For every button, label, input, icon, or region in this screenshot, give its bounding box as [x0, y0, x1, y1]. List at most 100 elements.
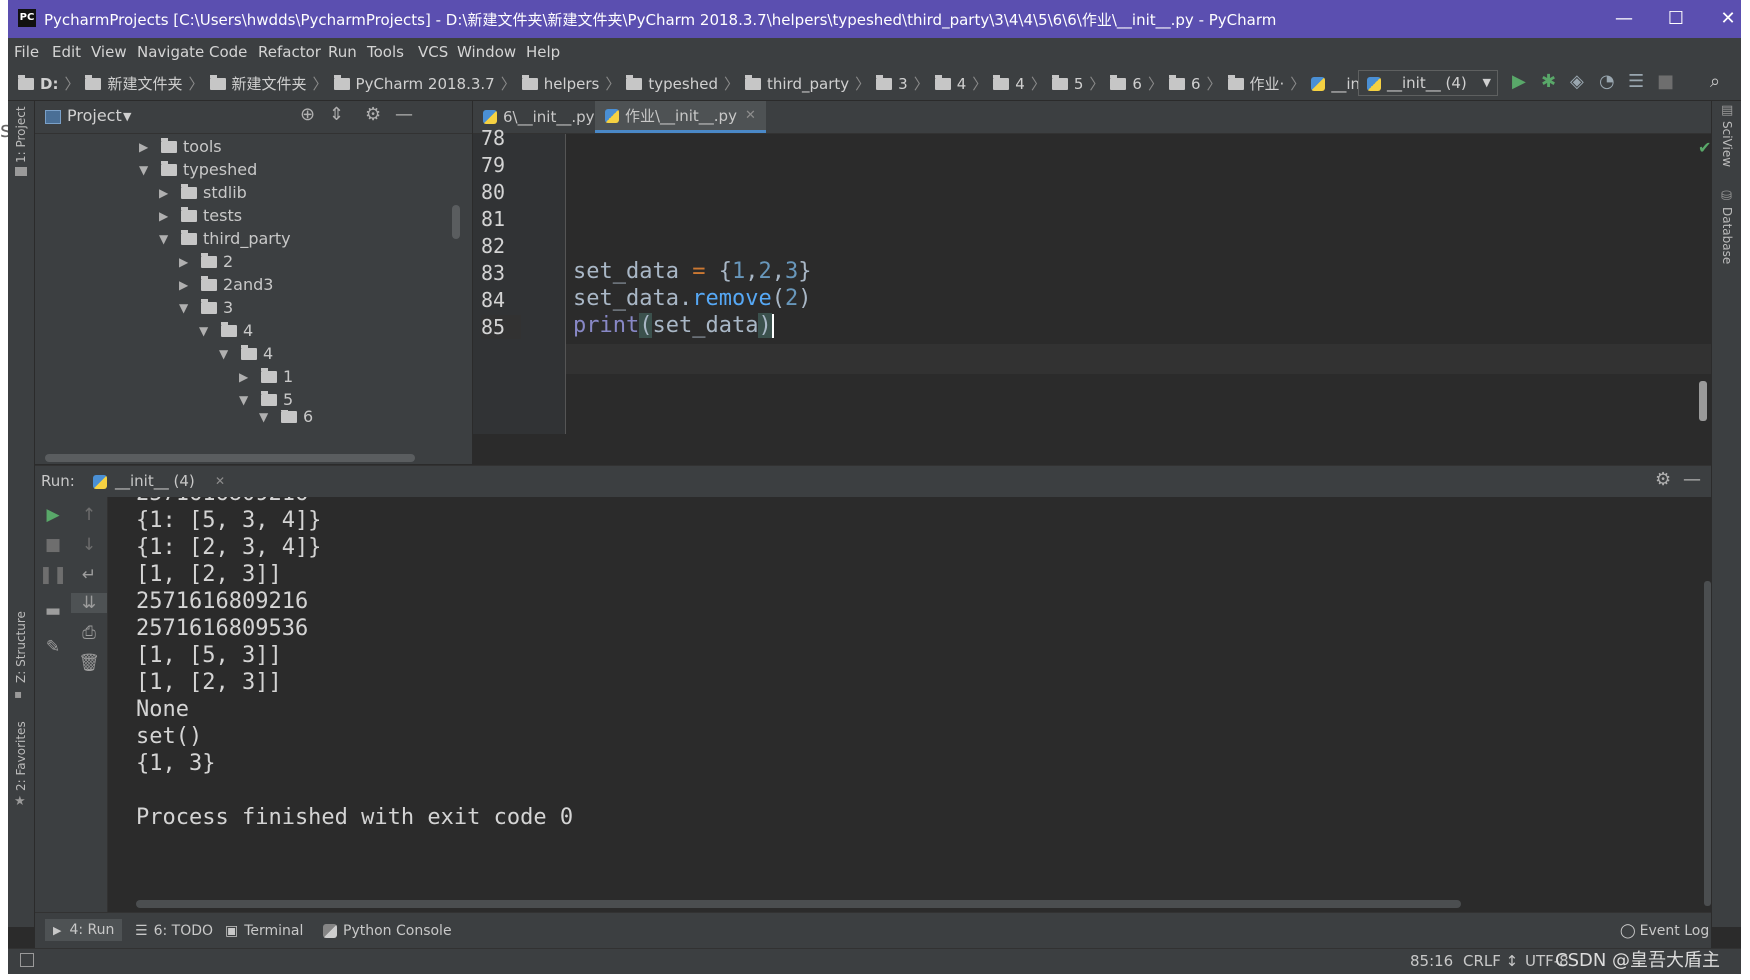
- breadcrumb-item[interactable]: 新建文件夹: [85, 73, 182, 94]
- menu-refactor[interactable]: Refactor: [258, 43, 321, 61]
- code-editor[interactable]: 78 79 80 81 82 83 84 85 set_data = {1,2,…: [473, 126, 1711, 434]
- profile-icon[interactable]: ◔: [1599, 72, 1615, 92]
- operator: =: [692, 259, 706, 284]
- soft-wrap-icon[interactable]: ↵: [71, 565, 107, 585]
- run-icon[interactable]: ▶: [1512, 72, 1526, 92]
- pin-icon[interactable]: ✎: [35, 637, 71, 657]
- event-log-button[interactable]: ◯ Event Log: [1620, 923, 1709, 939]
- menu-code[interactable]: Code: [209, 43, 247, 61]
- menu-run[interactable]: Run: [328, 43, 357, 61]
- console-horizontal-scrollbar[interactable]: [136, 900, 1461, 908]
- collapse-arrow-icon[interactable]: ▼: [259, 410, 273, 424]
- run-tab[interactable]: __init__ (4): [115, 472, 195, 490]
- arrow-down-icon[interactable]: ↓: [71, 535, 107, 555]
- hide-panel-icon[interactable]: —: [1683, 469, 1701, 490]
- scroll-to-end-icon[interactable]: ⇊: [71, 593, 107, 613]
- collapse-arrow-icon[interactable]: ▼: [179, 295, 193, 321]
- menu-vcs[interactable]: VCS: [418, 43, 448, 61]
- maximize-button[interactable]: ☐: [1656, 4, 1696, 34]
- breadcrumb-item[interactable]: D:: [18, 74, 58, 93]
- concurrency-icon[interactable]: ☰: [1628, 72, 1644, 92]
- run-configuration-select[interactable]: __init__ (4) ▼: [1358, 70, 1498, 96]
- search-icon[interactable]: ⌕: [1710, 72, 1720, 92]
- breadcrumb-item[interactable]: helpers: [521, 74, 599, 93]
- menu-file[interactable]: File: [14, 43, 39, 61]
- project-horizontal-scrollbar[interactable]: [45, 454, 415, 462]
- locate-icon[interactable]: ⊕: [300, 104, 315, 125]
- close-tab-icon[interactable]: ✕: [215, 474, 225, 488]
- collapse-arrow-icon[interactable]: ▼: [139, 157, 153, 183]
- database-tool-button[interactable]: Database: [1720, 207, 1734, 264]
- number: 3: [784, 259, 799, 284]
- breadcrumb-item[interactable]: 作业·: [1227, 73, 1284, 94]
- debug-icon[interactable]: ✱: [1541, 72, 1556, 92]
- project-vertical-scrollbar[interactable]: [452, 205, 460, 239]
- close-tab-icon[interactable]: ✕: [745, 100, 756, 132]
- menu-view[interactable]: View: [91, 43, 127, 61]
- collapse-arrow-icon[interactable]: ▼: [159, 226, 173, 252]
- menu-help[interactable]: Help: [526, 43, 560, 61]
- folder-icon: [241, 345, 257, 360]
- breadcrumb-item[interactable]: 新建文件夹: [209, 73, 307, 94]
- menu-navigate[interactable]: Navigate: [137, 43, 204, 61]
- gear-icon[interactable]: ⚙: [365, 104, 381, 125]
- breadcrumb-label: 新建文件夹: [231, 75, 307, 93]
- breadcrumb-item[interactable]: 6: [1110, 74, 1142, 93]
- line-separator[interactable]: CRLF ↕: [1463, 952, 1518, 970]
- breadcrumb-item[interactable]: 3: [876, 74, 908, 93]
- stop-icon[interactable]: ■: [1657, 72, 1674, 92]
- stop-icon[interactable]: ■: [35, 535, 71, 555]
- chevron-down-icon[interactable]: ▼: [123, 110, 131, 123]
- breadcrumb-item[interactable]: 6: [1168, 74, 1201, 93]
- sciview-tool-button[interactable]: SciView: [1720, 121, 1734, 167]
- layout-icon[interactable]: ▬: [35, 601, 71, 621]
- run-panel-label: Run:: [41, 472, 75, 490]
- tab-init-homework[interactable]: 作业\__init__.py ✕: [595, 101, 766, 133]
- tree-item[interactable]: ▼ 6: [259, 410, 313, 424]
- favorites-tool-button[interactable]: 2: Favorites: [14, 721, 28, 791]
- collapse-arrow-icon[interactable]: ▼: [239, 387, 253, 413]
- arrow-up-icon[interactable]: ↑: [71, 505, 107, 525]
- tab-todo[interactable]: ☰ 6: TODO: [135, 923, 213, 939]
- console-vertical-scrollbar[interactable]: [1704, 581, 1711, 906]
- hide-panel-icon[interactable]: —: [395, 104, 413, 125]
- tab-terminal[interactable]: ▣ Terminal: [225, 923, 303, 939]
- coverage-icon[interactable]: ◈: [1570, 72, 1584, 92]
- breadcrumb-item[interactable]: 4: [993, 74, 1025, 93]
- tab-run[interactable]: ▶ 4: Run: [45, 919, 123, 941]
- chevron-right-icon: 〉: [1290, 75, 1306, 93]
- breadcrumb-item[interactable]: 4: [934, 74, 966, 93]
- menu-edit[interactable]: Edit: [52, 43, 81, 61]
- toggle-tool-windows-icon[interactable]: [20, 953, 34, 967]
- line-number-gutter: 78 79 80 81 82 83 84 85: [473, 126, 566, 434]
- print-icon[interactable]: ⎙: [71, 623, 107, 643]
- minimize-button[interactable]: —: [1604, 4, 1644, 34]
- collapse-arrow-icon[interactable]: ▼: [199, 318, 213, 344]
- folder-icon: [993, 74, 1010, 90]
- console-line: [1, [5, 3]]: [136, 643, 282, 668]
- breadcrumb-item[interactable]: PyCharm 2018.3.7: [333, 74, 495, 93]
- rerun-icon[interactable]: ▶: [35, 505, 71, 525]
- folder-icon: [1110, 74, 1127, 90]
- tab-python-console[interactable]: Python Console: [323, 923, 452, 939]
- line-number: 85: [481, 315, 521, 339]
- menu-tools[interactable]: Tools: [367, 43, 404, 61]
- project-tool-button[interactable]: 1: Project: [14, 106, 28, 163]
- pause-icon[interactable]: ❚❚: [35, 565, 71, 585]
- breadcrumb-item[interactable]: 5: [1051, 74, 1083, 93]
- collapse-all-icon[interactable]: ⇕: [329, 104, 344, 125]
- caret-position[interactable]: 85:16: [1410, 952, 1453, 970]
- event-log-label: Event Log: [1639, 923, 1710, 939]
- run-console-output[interactable]: 2571616809216 {1: [5, 3, 4]} {1: [2, 3, …: [108, 497, 1711, 912]
- structure-tool-button[interactable]: Z: Structure: [14, 611, 28, 683]
- menu-window[interactable]: Window: [457, 43, 516, 61]
- close-button[interactable]: ✕: [1708, 4, 1741, 34]
- project-view-select[interactable]: Project: [67, 106, 122, 125]
- breadcrumb-item[interactable]: third_party: [745, 74, 849, 93]
- collapse-arrow-icon[interactable]: ▼: [219, 341, 233, 367]
- editor-scrollbar[interactable]: [1699, 381, 1707, 421]
- gear-icon[interactable]: ⚙: [1655, 469, 1671, 490]
- console-line: {1: [5, 3, 4]}: [136, 508, 322, 533]
- breadcrumb-item[interactable]: typeshed: [626, 74, 718, 93]
- trash-icon[interactable]: 🗑: [71, 653, 107, 673]
